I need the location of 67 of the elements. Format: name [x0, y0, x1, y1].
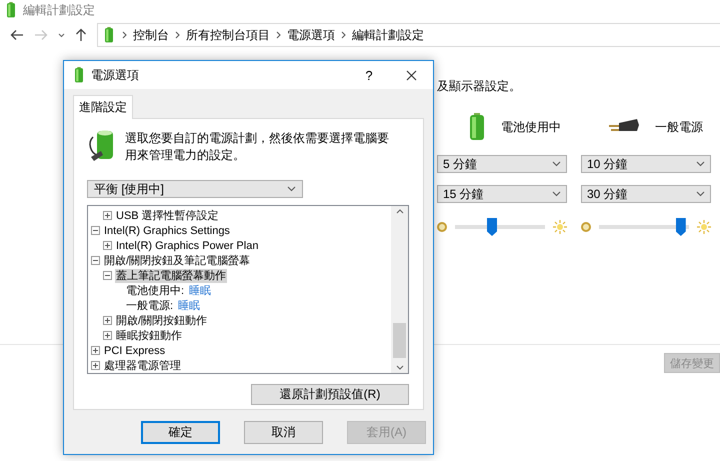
breadcrumb-item[interactable]: 控制台: [133, 26, 169, 44]
window-title: 編輯計劃設定: [23, 2, 95, 18]
expand-icon[interactable]: [103, 331, 112, 340]
plan-dropdown[interactable]: 平衡 [使用中]: [87, 180, 303, 198]
dim-sun-icon: [437, 222, 447, 232]
scroll-thumb[interactable]: [393, 323, 406, 358]
tree-item[interactable]: 開啟/關閉按鈕及筆記電腦螢幕: [103, 254, 252, 268]
expand-icon[interactable]: [91, 361, 100, 370]
chevron-down-icon: [552, 191, 561, 197]
tree-item[interactable]: 蓋上筆記電腦螢幕動作: [115, 268, 227, 282]
dim-sun-icon: [581, 222, 591, 232]
battery-icon: [467, 112, 487, 142]
collapse-icon[interactable]: [103, 271, 112, 280]
chevron-down-icon: [696, 191, 705, 197]
timeout-dropdown[interactable]: 10 分鐘: [581, 155, 711, 173]
timeout-dropdown[interactable]: 5 分鐘: [437, 155, 567, 173]
dialog-button[interactable]: 確定: [141, 421, 220, 444]
column-label: 一般電源: [655, 118, 703, 136]
setting-label: 一般電源:: [125, 298, 174, 312]
tree-item[interactable]: 睡眠按鈕動作: [115, 328, 183, 342]
up-arrow-icon[interactable]: [75, 28, 87, 42]
restore-defaults-button[interactable]: 還原計劃預設值(R): [251, 384, 409, 405]
slider-thumb[interactable]: [487, 218, 497, 236]
tree-item[interactable]: USB 選擇性暫停設定: [115, 208, 220, 222]
breadcrumb-item[interactable]: 編輯計劃設定: [352, 26, 424, 44]
dialog-icon: [72, 67, 86, 83]
collapse-icon[interactable]: [91, 226, 100, 235]
chevron-down-icon: [287, 186, 296, 192]
setting-value-link[interactable]: 睡眠: [189, 283, 212, 298]
recent-chevron-icon[interactable]: [58, 32, 65, 38]
help-button[interactable]: ?: [354, 66, 384, 84]
slider-thumb[interactable]: [676, 218, 686, 236]
tab[interactable]: 進階設定: [73, 95, 133, 119]
expand-icon[interactable]: [103, 316, 112, 325]
back-icon[interactable]: [10, 29, 24, 41]
app-icon: [4, 2, 18, 18]
tree-item[interactable]: PCI Express: [103, 344, 166, 358]
expand-icon[interactable]: [91, 346, 100, 355]
dialog-button[interactable]: 取消: [244, 421, 323, 444]
setting-value-link[interactable]: 睡眠: [178, 298, 200, 313]
intro-text: 選取您要自訂的電源計劃，然後依需要選擇電腦要用來管理電力的設定。: [125, 130, 390, 164]
breadcrumb-item[interactable]: 所有控制台項目: [186, 26, 270, 44]
vertical-scrollbar[interactable]: [391, 206, 408, 373]
tree-item[interactable]: 處理器電源管理: [103, 358, 182, 372]
expand-icon[interactable]: [103, 211, 112, 220]
tree-item[interactable]: Intel(R) Graphics Power Plan: [115, 238, 260, 252]
chevron-down-icon: [696, 161, 705, 167]
tree-item[interactable]: 開啟/關閉按鈕動作: [115, 314, 208, 328]
expand-icon[interactable]: [103, 241, 112, 250]
timeout-dropdown[interactable]: 15 分鐘: [437, 185, 567, 203]
chevron-right-icon: [175, 31, 180, 39]
tree-item[interactable]: Intel(R) Graphics Settings: [103, 224, 231, 238]
chevron-right-icon: [122, 31, 127, 39]
collapse-icon[interactable]: [91, 256, 100, 265]
bright-sun-icon: [697, 220, 711, 234]
dialog-title: 電源選項: [91, 66, 140, 84]
chevron-down-icon: [552, 161, 561, 167]
column-label: 電池使用中: [501, 118, 561, 136]
chevron-right-icon: [341, 31, 346, 39]
setting-label: 電池使用中:: [125, 284, 186, 298]
description-text: 及顯示器設定。: [437, 78, 522, 95]
address-bar[interactable]: 控制台 所有控制台項目 電源選項 編輯計劃設定: [97, 23, 720, 47]
timeout-dropdown[interactable]: 30 分鐘: [581, 185, 711, 203]
location-icon: [102, 27, 116, 43]
bright-sun-icon: [553, 220, 567, 234]
breadcrumb-item[interactable]: 電源選項: [287, 26, 335, 44]
chevron-right-icon: [276, 31, 281, 39]
